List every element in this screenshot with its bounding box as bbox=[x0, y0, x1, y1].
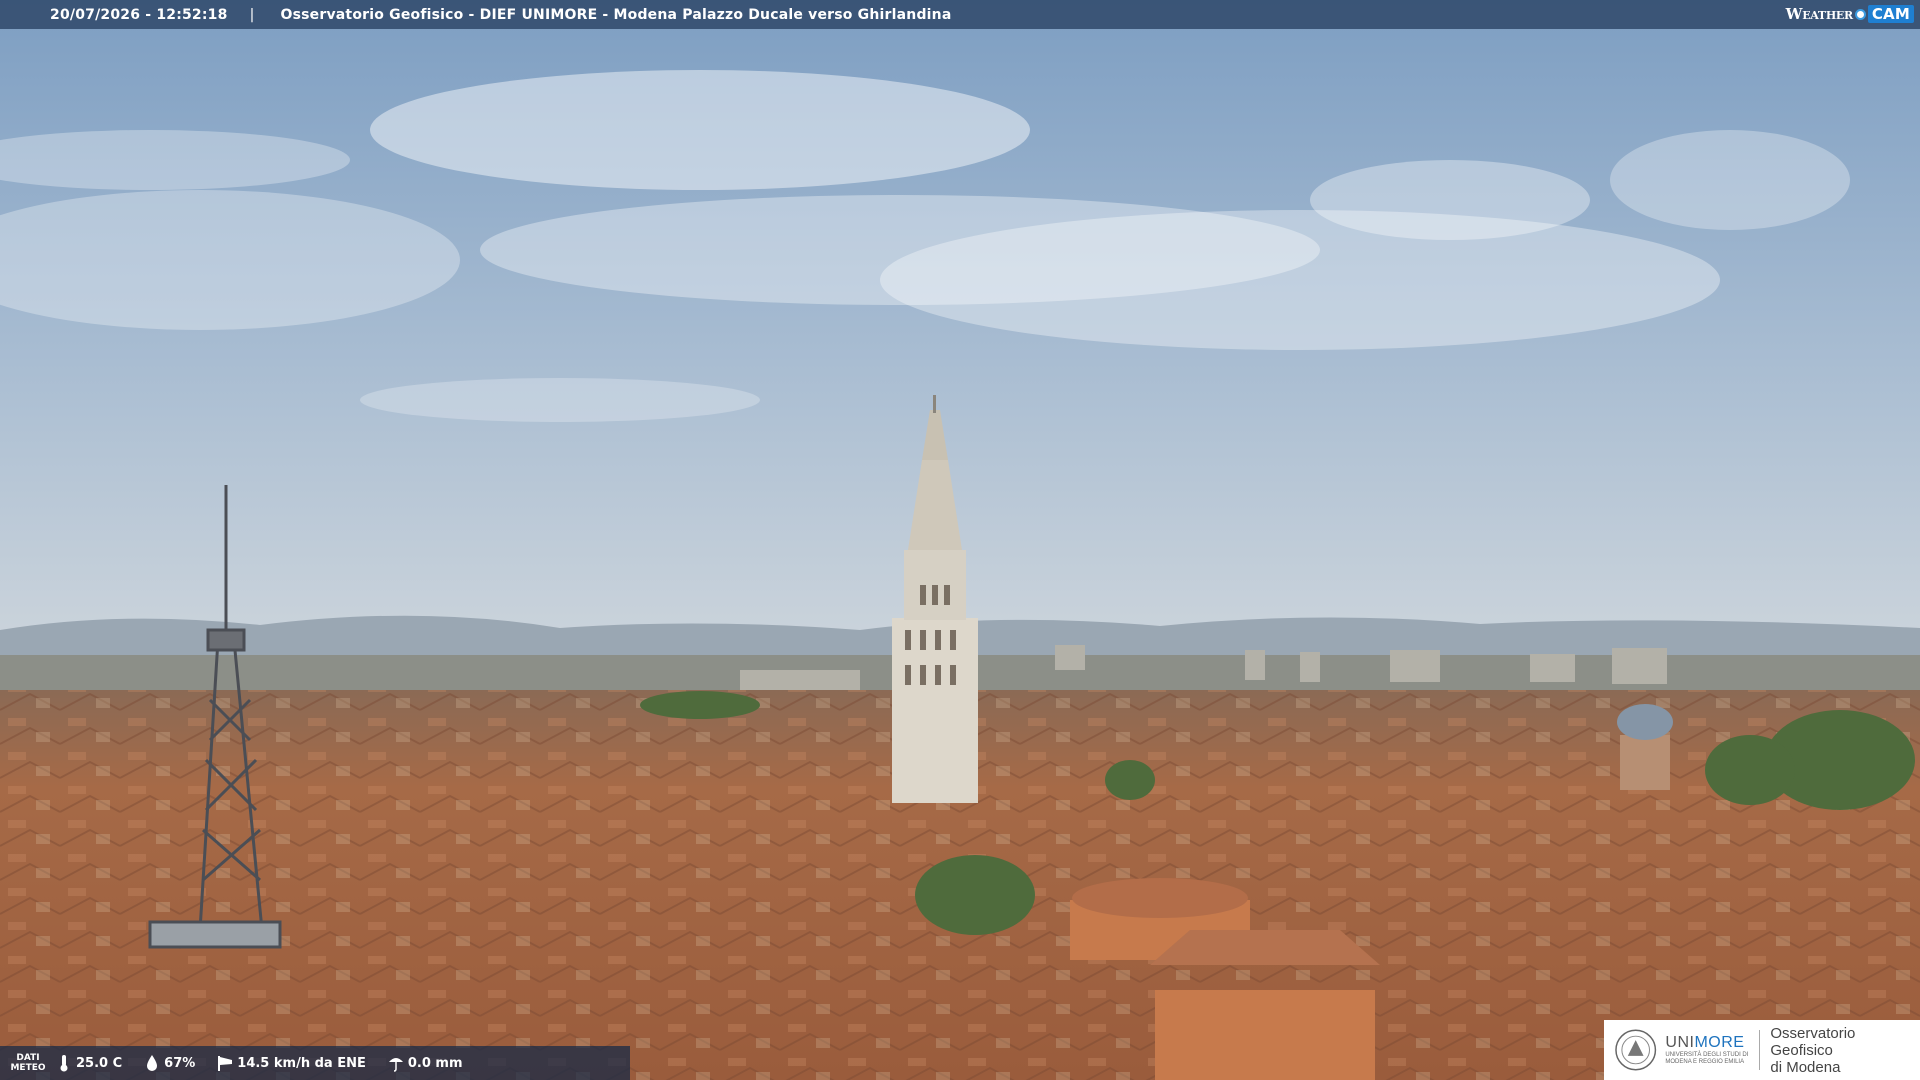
rain-reading: 0.0 mm bbox=[388, 1054, 463, 1072]
university-seal-icon bbox=[1615, 1029, 1657, 1071]
logo-divider bbox=[1759, 1030, 1761, 1070]
camera-title: Osservatorio Geofisico - DIEF UNIMORE - … bbox=[280, 6, 952, 23]
meteo-label: DATI METEO bbox=[10, 1053, 46, 1073]
wind-value: 14.5 km/h da ENE bbox=[237, 1055, 366, 1071]
unimore-wordmark: UNIMORE UNIVERSITÀ DEGLI STUDI DI MODENA… bbox=[1665, 1034, 1749, 1065]
observatory-name: Osservatorio Geofisico di Modena bbox=[1770, 1024, 1856, 1076]
brand-cam-text: CAM bbox=[1867, 5, 1914, 23]
brand-weather-text: Weather bbox=[1785, 5, 1853, 23]
humidity-value: 67% bbox=[164, 1055, 196, 1071]
droplet-icon bbox=[147, 1055, 158, 1071]
temperature-value: 25.0 C bbox=[76, 1055, 123, 1071]
webcam-scene bbox=[0, 0, 1920, 1080]
meteo-data-bar: DATI METEO 25.0 C 67% 14.5 km/h da ENE 0… bbox=[0, 1046, 630, 1080]
weathercam-logo: Weather CAM bbox=[1786, 3, 1914, 25]
windsock-icon bbox=[218, 1056, 233, 1071]
thermometer-icon bbox=[60, 1055, 68, 1072]
brand-dot-icon bbox=[1854, 8, 1866, 20]
datetime-stamp: 20/07/2026 - 12:52:18 bbox=[50, 6, 228, 23]
temperature-reading: 25.0 C bbox=[56, 1054, 122, 1072]
camera-header-bar: 20/07/2026 - 12:52:18 | Osservatorio Geo… bbox=[0, 0, 1920, 29]
wind-reading: 14.5 km/h da ENE bbox=[217, 1054, 366, 1072]
rain-value: 0.0 mm bbox=[407, 1055, 463, 1071]
humidity-reading: 67% bbox=[144, 1054, 195, 1072]
unimore-subtitle: UNIVERSITÀ DEGLI STUDI DI MODENA E REGGI… bbox=[1665, 1052, 1749, 1065]
unimore-logo: UNIMORE UNIVERSITÀ DEGLI STUDI DI MODENA… bbox=[1604, 1020, 1920, 1080]
rain-icon bbox=[388, 1058, 403, 1072]
header-separator: | bbox=[249, 6, 255, 23]
